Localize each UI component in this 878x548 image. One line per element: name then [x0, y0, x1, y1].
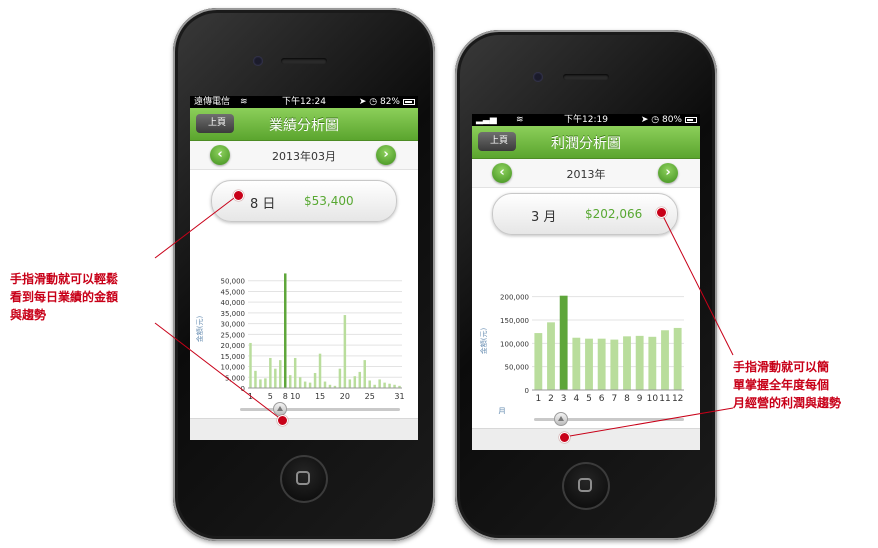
connector-left-bottom [154, 322, 283, 421]
connector-right-bottom [563, 407, 734, 438]
marker-dot [559, 432, 570, 443]
marker-dot [233, 190, 244, 201]
callout-right: 手指滑動就可以簡 單掌握全年度每個 月經營的利潤與趨勢 [733, 360, 842, 410]
callout-left: 手指滑動就可以輕鬆 看到每日業績的金額 與趨勢 [10, 272, 119, 322]
connector-right-top [660, 211, 734, 356]
connector-left-top [154, 194, 239, 259]
marker-dot [277, 415, 288, 426]
marker-dot [656, 207, 667, 218]
